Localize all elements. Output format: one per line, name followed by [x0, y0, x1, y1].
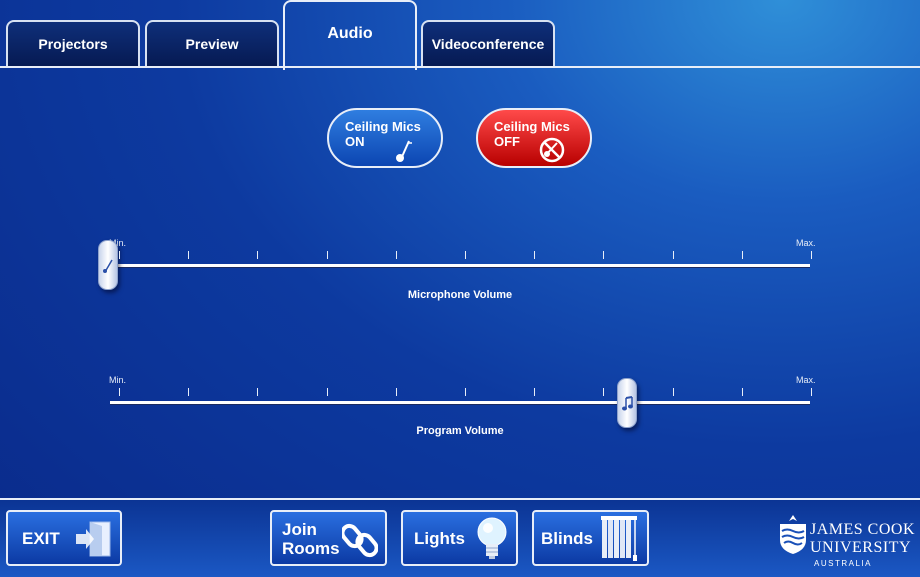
program-volume-thumb[interactable] — [617, 378, 638, 428]
james-cook-university-logo: JAMES COOK UNIVERSITY AUSTRALIA — [776, 508, 920, 570]
scale-tick — [188, 388, 190, 396]
logo-line3: AUSTRALIA — [814, 559, 872, 568]
join-rooms-label: Join Rooms — [282, 520, 340, 558]
chain-link-icon — [342, 523, 378, 558]
ceiling-mics-off-line1: Ceiling Mics — [494, 119, 570, 134]
exit-label: EXIT — [22, 529, 60, 548]
scale-tick — [257, 388, 259, 396]
scale-tick — [672, 388, 674, 396]
join-rooms-line2: Rooms — [282, 539, 340, 558]
tab-audio-label: Audio — [327, 25, 373, 42]
microphone-muted-icon — [539, 137, 565, 163]
microphone-volume-title: Microphone Volume — [407, 289, 513, 301]
program-volume-min-label: Min. — [109, 375, 127, 385]
light-bulb-icon — [477, 517, 507, 559]
ceiling-mics-off-button[interactable]: Ceiling Mics OFF — [476, 108, 592, 168]
university-crest-icon — [780, 515, 806, 554]
tab-projectors[interactable]: Projectors — [6, 20, 140, 66]
program-volume-track[interactable] — [110, 401, 810, 405]
blinds-label: Blinds — [541, 529, 593, 548]
exit-button[interactable]: EXIT — [6, 510, 122, 566]
scale-tick — [534, 388, 536, 396]
scale-tick — [465, 388, 466, 396]
scale-tick — [603, 251, 605, 259]
tab-videoconference-label: Videoconference — [431, 36, 545, 52]
scale-tick — [672, 251, 674, 259]
tab-preview-label: Preview — [185, 36, 239, 52]
tab-preview[interactable]: Preview — [145, 20, 279, 66]
tab-divider — [0, 66, 920, 68]
scale-tick — [119, 388, 120, 396]
scale-tick — [119, 251, 120, 259]
scale-tick — [534, 251, 536, 259]
scale-tick — [395, 251, 397, 259]
join-rooms-button[interactable]: Join Rooms — [270, 510, 387, 566]
exit-door-icon — [76, 521, 111, 557]
program-volume-title: Program Volume — [416, 425, 504, 437]
scale-tick — [465, 251, 466, 259]
scale-tick — [811, 388, 812, 396]
program-volume-max-label: Max. — [796, 375, 816, 385]
tab-audio-cover — [285, 68, 415, 72]
scale-tick — [741, 388, 743, 396]
scale-tick — [741, 251, 743, 259]
scale-tick — [603, 388, 605, 396]
blinds-icon — [601, 516, 637, 561]
scale-tick — [326, 251, 328, 259]
ceiling-mics-on-line1: Ceiling Mics — [345, 119, 421, 134]
microphone-icon — [396, 140, 412, 162]
microphone-volume-max-label: Max. — [796, 238, 816, 248]
scale-tick — [811, 251, 812, 259]
lights-label: Lights — [414, 529, 465, 548]
logo-line1: JAMES COOK — [810, 521, 916, 538]
logo-line2: UNIVERSITY — [810, 539, 911, 556]
ceiling-mics-on-button[interactable]: Ceiling Mics ON — [327, 108, 443, 168]
tab-videoconference[interactable]: Videoconference — [421, 20, 555, 66]
tab-audio[interactable]: Audio — [283, 0, 417, 70]
join-rooms-line1: Join — [282, 520, 317, 539]
scale-tick — [257, 251, 259, 259]
microphone-volume-track[interactable] — [110, 264, 810, 268]
tab-projectors-label: Projectors — [38, 36, 108, 52]
microphone-icon — [103, 259, 113, 273]
music-note-icon — [622, 396, 634, 411]
scale-tick — [395, 388, 397, 396]
microphone-volume-thumb[interactable] — [98, 240, 118, 290]
tab-bar: Projectors Preview Audio Videoconference — [0, 0, 920, 70]
lights-button[interactable]: Lights — [401, 510, 518, 566]
bottom-bar: EXIT Join Rooms Lights Blinds JAMES COOK… — [0, 498, 920, 577]
scale-tick — [188, 251, 190, 259]
blinds-button[interactable]: Blinds — [532, 510, 649, 566]
scale-tick — [326, 388, 328, 396]
